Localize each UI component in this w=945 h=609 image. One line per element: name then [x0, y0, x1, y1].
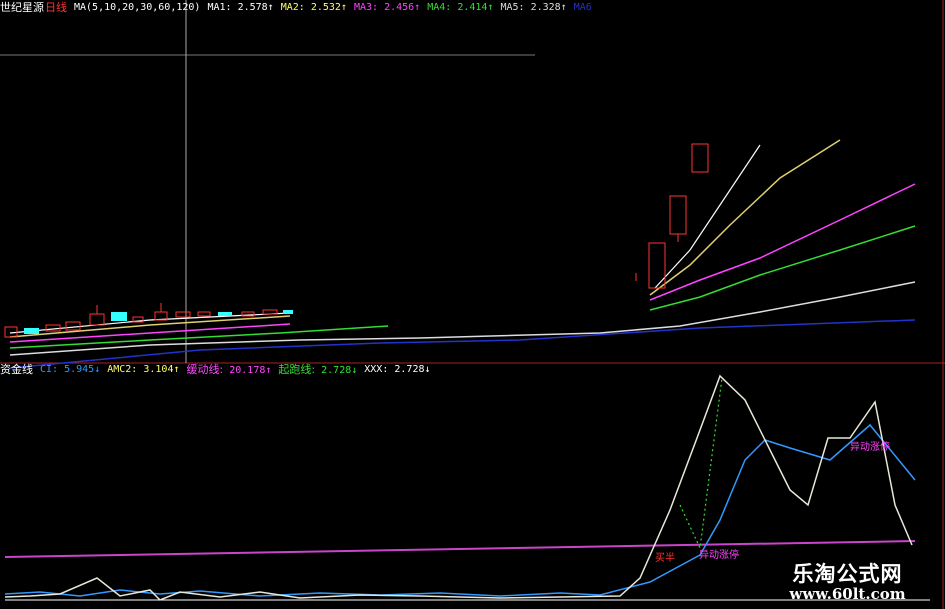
slow-line [4, 540, 916, 558]
ma5-line [9, 281, 916, 356]
period-label[interactable]: 日线 [45, 0, 67, 16]
candle-down [111, 312, 127, 321]
chart-canvas[interactable] [0, 0, 945, 609]
candle-up [691, 143, 709, 173]
ma1-readout: MA1: 2.578↑ [207, 2, 274, 13]
ma-params: MA(5,10,20,30,60,120) [74, 2, 201, 13]
indicator-name[interactable]: 资金线 [0, 362, 33, 378]
candle-up [175, 311, 191, 318]
candle-down [218, 312, 232, 316]
buy-half-label: 买半 [655, 553, 675, 564]
amc2-readout: AMC2: 3.104↑ [107, 364, 180, 375]
main-chart-header: 世纪星源 日线 MA(5,10,20,30,60,120) MA1: 2.578… [0, 0, 592, 16]
candle-up [65, 321, 81, 331]
candle-up [197, 311, 211, 317]
watermark-chinese: 乐淘公式网 [792, 561, 903, 586]
ma4-line-right [649, 225, 916, 311]
start-line-readout: 起跑线: 2.728↓ [278, 362, 358, 376]
candle-down [283, 310, 293, 314]
candle-up [89, 313, 105, 326]
ma4-readout: MA4: 2.414↑ [427, 2, 494, 13]
ma2-line-right [649, 139, 841, 296]
ma2-readout: MA2: 2.532↑ [280, 2, 347, 13]
watermark-url: www.60lt.com [789, 585, 906, 603]
ma6-readout: MA6 [573, 2, 592, 13]
limit-up-label-right: 异动涨停 [850, 442, 890, 453]
ma6-line [9, 319, 916, 369]
ci-readout: CI: 5.945↓ [40, 364, 101, 375]
ma5-readout: MA5: 2.328↑ [500, 2, 567, 13]
ma3-readout: MA3: 2.456↑ [353, 2, 421, 13]
candle-up [669, 195, 687, 235]
slow-line-readout: 缓动线: 20.178↑ [186, 362, 272, 376]
stock-name[interactable]: 世纪星源 [0, 0, 44, 16]
xxx-readout: XXX: 2.728↓ [364, 364, 431, 375]
ma3-line-right [649, 183, 916, 301]
candle-up [648, 242, 666, 289]
candlesticks [4, 143, 709, 338]
dotted-link [679, 377, 723, 551]
candle-down [24, 328, 39, 334]
indicator-header: 资金线 CI: 5.945↓ AMC2: 3.104↑ 缓动线: 20.178↑… [0, 362, 431, 378]
limit-up-label: 异动涨停 [699, 550, 739, 561]
ma-lines [9, 139, 916, 369]
